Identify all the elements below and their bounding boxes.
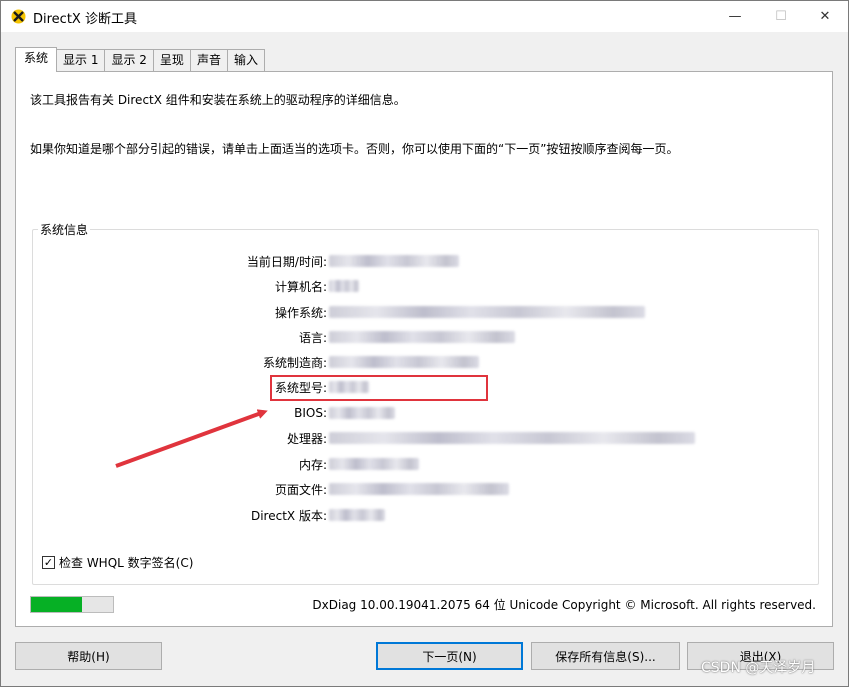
title-bar[interactable]: DirectX 诊断工具 — ☐ ✕ bbox=[1, 1, 848, 32]
version-copyright-text: DxDiag 10.00.19041.2075 64 位 Unicode Cop… bbox=[312, 598, 816, 612]
tab-system[interactable]: 系统 bbox=[15, 47, 58, 72]
whql-checkbox-row[interactable]: ✓ 检查 WHQL 数字签名(C) bbox=[42, 554, 193, 571]
save-all-info-button[interactable]: 保存所有信息(S)... bbox=[531, 642, 680, 670]
help-button[interactable]: 帮助(H) bbox=[15, 642, 162, 670]
tab-display-1[interactable]: 显示 1 bbox=[56, 49, 106, 72]
dxdiag-window: DirectX 诊断工具 — ☐ ✕ 系统 显示 1 显示 2 呈现 声音 输入… bbox=[0, 0, 849, 687]
minimize-button[interactable]: — bbox=[712, 1, 758, 32]
tab-strip: 系统 显示 1 显示 2 呈现 声音 输入 bbox=[15, 47, 265, 72]
checkmark-icon: ✓ bbox=[43, 556, 54, 569]
whql-checkbox[interactable]: ✓ bbox=[42, 556, 55, 569]
progress-bar bbox=[30, 596, 114, 613]
whql-label: 检查 WHQL 数字签名(C) bbox=[59, 556, 194, 570]
maximize-button[interactable]: ☐ bbox=[758, 1, 804, 32]
tab-display-2[interactable]: 显示 2 bbox=[104, 49, 154, 72]
progress-fill bbox=[31, 597, 82, 612]
csdn-watermark: CSDN @天泽岁月 bbox=[701, 660, 816, 676]
tab-render[interactable]: 呈现 bbox=[152, 49, 191, 72]
maximize-icon: ☐ bbox=[775, 9, 787, 24]
tab-input[interactable]: 输入 bbox=[226, 49, 265, 72]
tab-sound[interactable]: 声音 bbox=[189, 49, 228, 72]
close-button[interactable]: ✕ bbox=[802, 1, 848, 32]
next-page-button[interactable]: 下一页(N) bbox=[376, 642, 523, 670]
minimize-icon: — bbox=[728, 9, 742, 24]
close-icon: ✕ bbox=[819, 9, 831, 24]
system-tab-panel: 该工具报告有关 DirectX 组件和安装在系统上的驱动程序的详细信息。 如果你… bbox=[15, 71, 833, 627]
annotation-arrow-icon bbox=[115, 409, 268, 468]
directx-icon bbox=[11, 9, 26, 24]
window-title: DirectX 诊断工具 bbox=[33, 12, 137, 27]
